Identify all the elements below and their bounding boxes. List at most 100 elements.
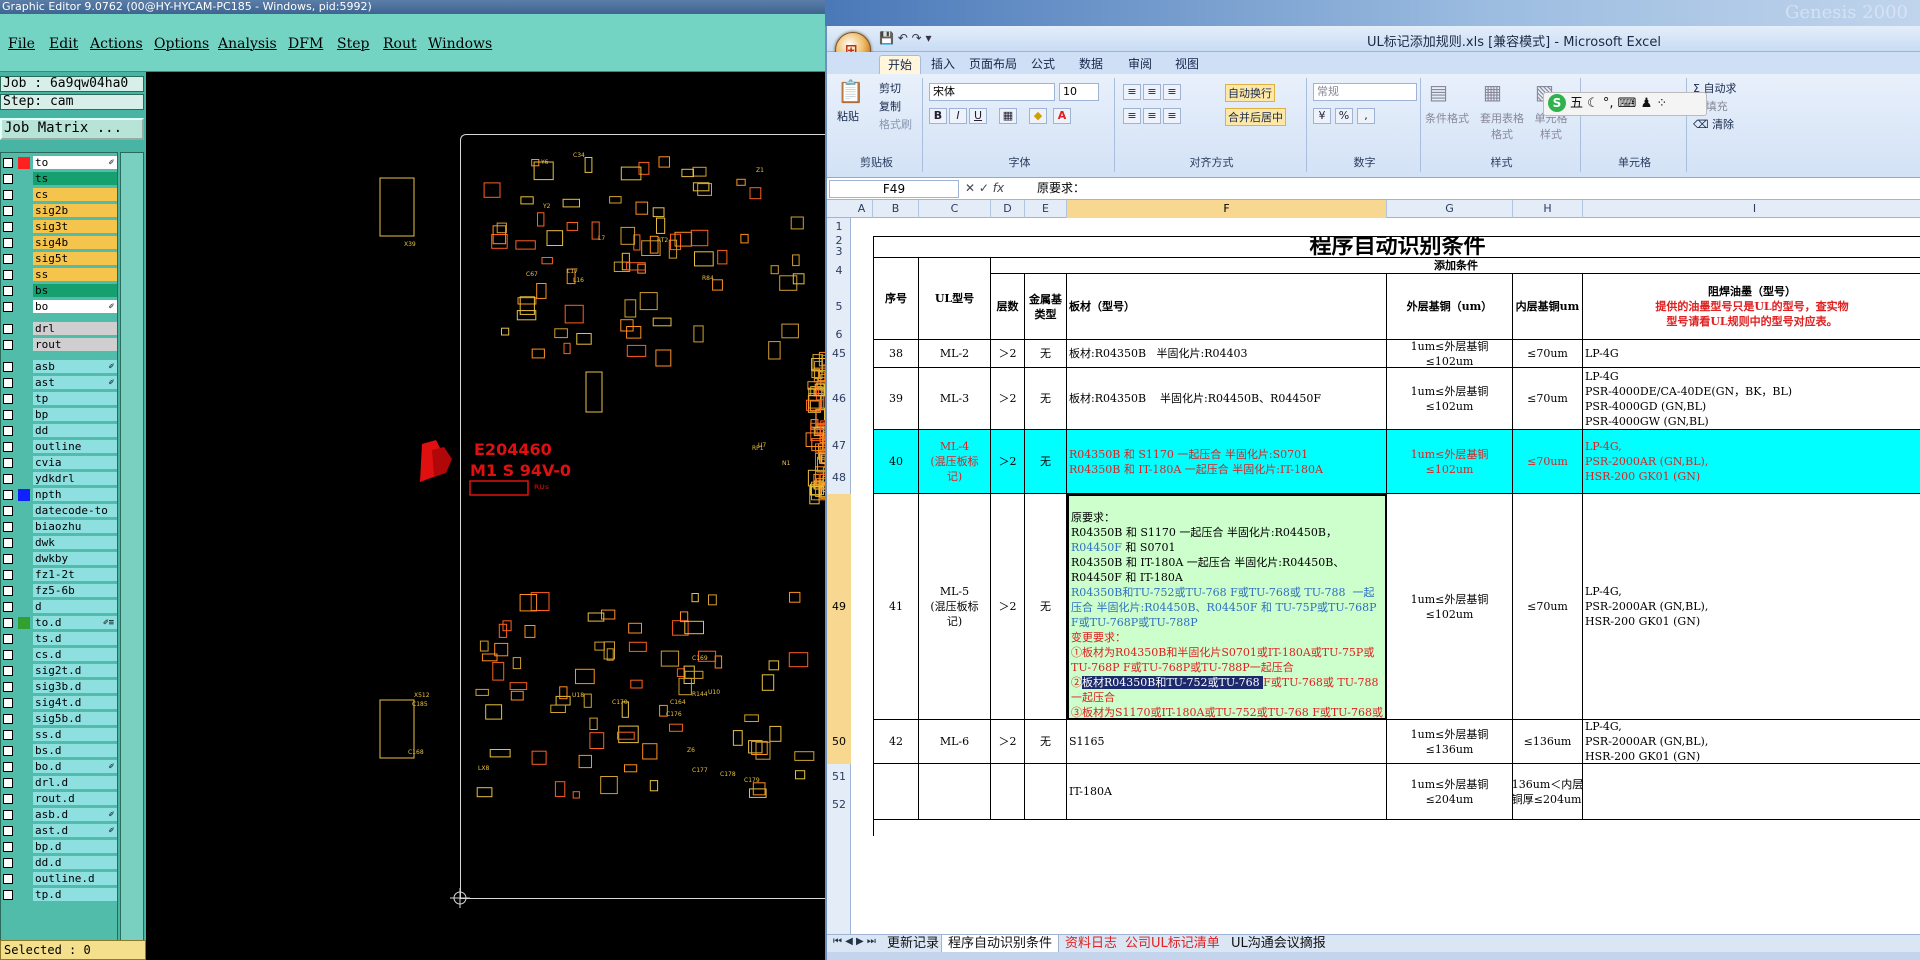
header-solder-mask[interactable]: 阻焊油墨（型号） 提供的油墨型号只是UL的型号，查实物 型号请看UL规则中的型号对… — [1583, 274, 1920, 340]
layer-checkbox[interactable] — [3, 286, 13, 296]
layer-row-outline[interactable]: outline — [1, 439, 119, 454]
align-bottom-icon[interactable]: ≡ — [1163, 84, 1181, 100]
layer-checkbox[interactable] — [3, 522, 13, 532]
column-header-H[interactable]: H — [1513, 200, 1583, 218]
layer-row-bs.d[interactable]: bs.d — [1, 743, 119, 758]
layer-name[interactable]: to.d ✐≡ — [33, 616, 117, 629]
layer-row-ast.d[interactable]: ast.d ✐ — [1, 823, 119, 838]
layer-name[interactable]: to ✐ — [33, 156, 117, 169]
cell-inner-copper[interactable]: ≤136um — [1513, 720, 1583, 764]
cut-button[interactable]: 剪切 — [879, 80, 901, 96]
layer-name[interactable]: rout — [33, 338, 117, 351]
cell-metal-type[interactable]: 无 — [1025, 430, 1067, 494]
layer-row-ast[interactable]: ast ✐ — [1, 375, 119, 390]
conditional-format-button[interactable]: 条件格式 — [1425, 110, 1469, 126]
cell-seq[interactable]: 38 — [874, 340, 919, 368]
column-header-A[interactable]: A — [851, 200, 873, 218]
layer-row-cvia[interactable]: cvia — [1, 455, 119, 470]
cell-seq[interactable]: 39 — [874, 368, 919, 430]
cell-seq[interactable]: 42 — [874, 720, 919, 764]
layer-row-outline.d[interactable]: outline.d — [1, 871, 119, 886]
layer-row-bo.d[interactable]: bo.d ✐ — [1, 759, 119, 774]
layer-checkbox[interactable] — [3, 254, 13, 264]
header-outer-copper[interactable]: 外层基铜（um） — [1387, 274, 1513, 340]
format-table-button[interactable]: 套用表格格式 — [1477, 110, 1527, 142]
layer-checkbox[interactable] — [3, 222, 13, 232]
cell-outer-copper[interactable]: 1um≤外层基铜≤102um — [1387, 340, 1513, 368]
layer-name[interactable]: bp.d — [33, 840, 117, 853]
column-header-B[interactable]: B — [873, 200, 919, 218]
cell-ul-model[interactable]: ML-2 — [919, 340, 991, 368]
header-inner-copper[interactable]: 内层基铜um — [1513, 274, 1583, 340]
row-header-49[interactable]: 49 — [827, 494, 851, 720]
tab-formulas[interactable]: 公式 — [1023, 55, 1063, 74]
clear-button[interactable]: ⌫ 清除 — [1693, 116, 1734, 132]
layer-checkbox[interactable] — [3, 762, 13, 772]
layer-name[interactable]: cs.d — [33, 648, 117, 661]
cell-seq[interactable] — [874, 764, 919, 820]
cell-board-material[interactable]: 板材:R04350B 半固化片:R04450B、R04450F — [1067, 368, 1387, 430]
layer-name[interactable]: cs — [33, 188, 117, 201]
layer-row-sig2b[interactable]: sig2b — [1, 203, 119, 218]
cell-layer-count[interactable]: ＞2 — [991, 430, 1025, 494]
cell-seq[interactable]: 40 — [874, 430, 919, 494]
layer-checkbox[interactable] — [3, 746, 13, 756]
layer-name[interactable]: ast ✐ — [33, 376, 117, 389]
layer-name[interactable]: sig4b — [33, 236, 117, 249]
layer-row-dwk[interactable]: dwk — [1, 535, 119, 550]
layer-name[interactable]: drl.d — [33, 776, 117, 789]
align-left-icon[interactable]: ≡ — [1123, 108, 1141, 124]
layer-checkbox[interactable] — [3, 190, 13, 200]
layer-checkbox[interactable] — [3, 698, 13, 708]
layer-row-sig2t.d[interactable]: sig2t.d — [1, 663, 119, 678]
cell-inner-copper[interactable]: ≤70um — [1513, 368, 1583, 430]
formula-buttons[interactable]: ✕ ✓ fx — [965, 180, 1029, 198]
sheet-nav-icons[interactable]: ⏮ ◀ ▶ ⏭ — [833, 936, 876, 947]
layer-row-ts.d[interactable]: ts.d — [1, 631, 119, 646]
cell-layer-count[interactable]: ＞2 — [991, 340, 1025, 368]
layer-checkbox[interactable] — [3, 506, 13, 516]
cell-board-material[interactable]: S1165 — [1067, 720, 1387, 764]
layer-name[interactable]: ast.d ✐ — [33, 824, 117, 837]
layer-row-to[interactable]: to ✐ — [1, 155, 119, 170]
layer-name[interactable]: fz1-2t — [33, 568, 117, 581]
layer-name[interactable]: tp.d — [33, 888, 117, 901]
menu-rout[interactable]: Rout — [383, 36, 417, 52]
menu-file[interactable]: File — [8, 36, 35, 52]
cell-solder-mask[interactable]: LP-4G PSR-4000DE/CA-40DE(GN，BK，BL) PSR-4… — [1583, 368, 1920, 430]
layer-row-tp[interactable]: tp — [1, 391, 119, 406]
layer-row-asb[interactable]: asb ✐ — [1, 359, 119, 374]
layer-checkbox[interactable] — [3, 634, 13, 644]
cell-solder-mask[interactable]: LP-4G, PSR-2000AR (GN,BL), HSR-200 GK01 … — [1583, 430, 1920, 494]
cell-metal-type[interactable]: 无 — [1025, 340, 1067, 368]
menu-options[interactable]: Options — [154, 36, 209, 52]
layer-row-fz1-2t[interactable]: fz1-2t — [1, 567, 119, 582]
layer-name[interactable]: ts — [33, 172, 117, 185]
header-add-conditions[interactable]: 添加条件 — [991, 258, 1920, 274]
header-metal-type[interactable]: 金属基 类型 — [1025, 274, 1067, 340]
font-size-box[interactable]: 10 — [1059, 83, 1099, 101]
layer-row-tp.d[interactable]: tp.d — [1, 887, 119, 902]
cell-ul-model[interactable]: ML-5 (混压板标 记) — [919, 494, 991, 720]
cell-layer-count[interactable]: ＞2 — [991, 368, 1025, 430]
layer-name[interactable]: drl — [33, 322, 117, 335]
font-color-icon[interactable]: A — [1053, 108, 1071, 124]
menu-actions[interactable]: Actions — [90, 36, 143, 52]
layer-row-bo[interactable]: bo ✐ — [1, 299, 119, 314]
worksheet-grid[interactable]: ABCDEFGHI 1 2 3 4 5 6 45 46 47 48 49 50 51 52 程序自动识别条… — [827, 200, 1920, 934]
layer-checkbox[interactable] — [3, 324, 13, 334]
menu-edit[interactable]: Edit — [49, 36, 78, 52]
layer-row-biaozhu[interactable]: biaozhu — [1, 519, 119, 534]
layer-checkbox[interactable] — [3, 302, 13, 312]
bold-icon[interactable]: B — [929, 108, 947, 124]
cell-solder-mask[interactable]: LP-4G, PSR-2000AR (GN,BL), HSR-200 GK01 … — [1583, 720, 1920, 764]
layer-row-rout.d[interactable]: rout.d — [1, 791, 119, 806]
layer-name[interactable]: rout.d — [33, 792, 117, 805]
layer-checkbox[interactable] — [3, 158, 13, 168]
layer-list-scrollbar[interactable] — [120, 152, 144, 960]
layer-checkbox[interactable] — [3, 794, 13, 804]
layer-name[interactable]: sig5t — [33, 252, 117, 265]
layer-row-fz5-6b[interactable]: fz5-6b — [1, 583, 119, 598]
cell-metal-type[interactable] — [1025, 764, 1067, 820]
cell-outer-copper[interactable]: 1um≤外层基铜≤136um — [1387, 720, 1513, 764]
